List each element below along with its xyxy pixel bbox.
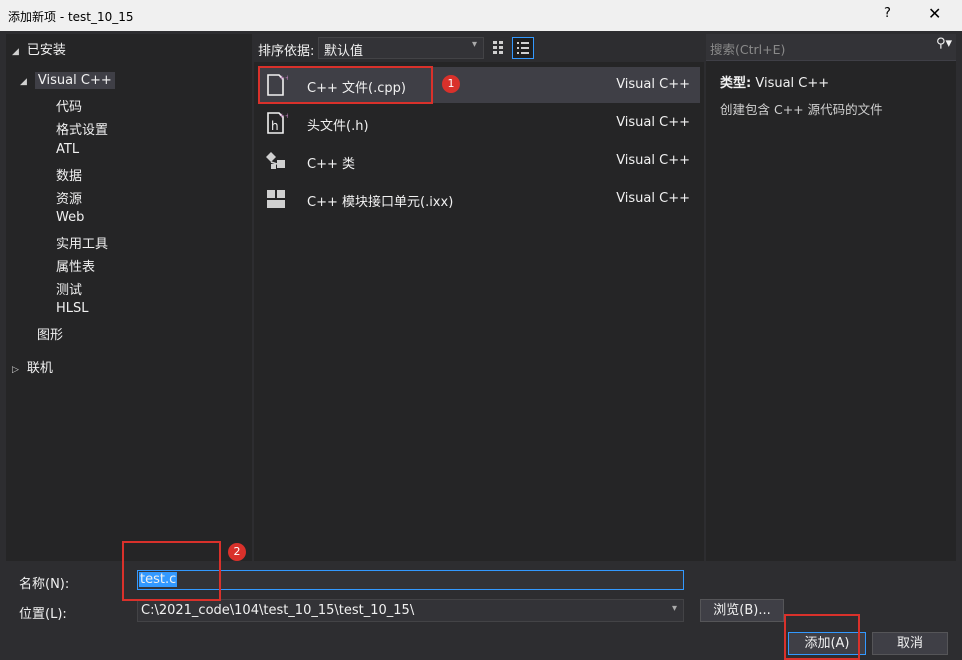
annotation-box-2 (122, 541, 221, 601)
tree-node-installed[interactable]: ◢ 已安装 (12, 39, 66, 58)
tree-item-web[interactable]: Web (56, 210, 84, 225)
annotation-box-1 (258, 66, 433, 104)
template-language: Visual C++ (616, 77, 690, 92)
tree-node-online-label: 联机 (26, 361, 53, 376)
collapsed-triangle-icon: ▷ (12, 365, 19, 375)
tree-item-property-sheets[interactable]: 属性表 (56, 256, 95, 275)
tree-node-visual-cpp[interactable]: ◢ Visual C++ (20, 72, 115, 89)
svg-text:h: h (271, 119, 279, 133)
tree-item-formatting[interactable]: 格式设置 (56, 119, 108, 138)
search-input[interactable]: 搜索(Ctrl+E) (710, 39, 785, 58)
tree-node-visual-cpp-label: Visual C++ (34, 72, 115, 89)
template-name: C++ 类 (307, 157, 355, 172)
tree-item-resources[interactable]: 资源 (56, 188, 82, 207)
template-row-cpp-class[interactable]: C++ 类 Visual C++ (258, 143, 700, 179)
search-box[interactable]: 搜索(Ctrl+E) ⚲▾ (706, 34, 956, 61)
type-info: 类型: Visual C++ (720, 72, 829, 91)
title-bar: 添加新项 - test_10_15 ? ✕ (0, 0, 962, 31)
cpp-class-icon (266, 152, 285, 169)
cancel-button[interactable]: 取消 (872, 632, 948, 655)
annotation-badge-1: 1 (442, 75, 460, 93)
tree-item-atl[interactable]: ATL (56, 142, 79, 157)
chevron-down-icon[interactable]: ▾ (672, 603, 677, 614)
module-unit-icon (267, 190, 285, 208)
annotation-box-3 (784, 614, 860, 660)
tree-item-hlsl[interactable]: HLSL (56, 301, 89, 316)
window-title: 添加新项 - test_10_15 (8, 10, 134, 24)
location-field-value: C:\2021_code\104\test_10_15\test_10_15\ (141, 603, 415, 618)
help-button[interactable]: ? (884, 6, 891, 21)
name-label: 名称(N): (19, 577, 70, 592)
svg-text:++: ++ (279, 112, 288, 120)
location-label: 位置(L): (19, 607, 67, 622)
template-name: 头文件(.h) (307, 119, 369, 134)
grid-view-icon[interactable] (490, 38, 508, 56)
search-icon[interactable]: ⚲▾ (936, 36, 952, 51)
template-row-header-file[interactable]: h ++ 头文件(.h) Visual C++ (258, 105, 700, 141)
template-row-module-unit[interactable]: C++ 模块接口单元(.ixx) Visual C++ (258, 181, 700, 217)
sort-dropdown-value: 默认值 (324, 44, 364, 59)
expanded-triangle-icon: ◢ (20, 77, 27, 87)
template-language: Visual C++ (616, 153, 690, 168)
type-value: Visual C++ (755, 76, 830, 91)
tree-item-graphics[interactable]: 图形 (37, 324, 63, 343)
chevron-down-icon: ▾ (471, 39, 477, 50)
close-button[interactable]: ✕ (928, 4, 941, 23)
expanded-triangle-icon: ◢ (12, 47, 19, 57)
template-list-panel: 排序依据: 默认值 ▾ ++ C++ 文件(.cpp) Visual C++ h… (254, 34, 704, 561)
tree-node-online[interactable]: ▷ 联机 (12, 357, 53, 376)
tree-item-test[interactable]: 测试 (56, 279, 82, 298)
template-description: 创建包含 C++ 源代码的文件 (720, 102, 883, 117)
header-file-icon: h ++ (267, 112, 288, 134)
annotation-badge-2: 2 (228, 543, 246, 561)
template-language: Visual C++ (616, 115, 690, 130)
sort-bar: 排序依据: 默认值 ▾ (254, 34, 704, 62)
details-panel: 搜索(Ctrl+E) ⚲▾ 类型: Visual C++ 创建包含 C++ 源代… (706, 34, 956, 561)
type-label: 类型: (720, 76, 752, 91)
sort-label: 排序依据: (258, 44, 315, 59)
category-tree: ◢ 已安装 ◢ Visual C++ 代码 格式设置 ATL 数据 资源 Web 实… (6, 34, 252, 561)
tree-item-data[interactable]: 数据 (56, 165, 82, 184)
tree-item-utilities[interactable]: 实用工具 (56, 233, 108, 252)
list-view-icon[interactable] (512, 37, 534, 59)
template-language: Visual C++ (616, 191, 690, 206)
browse-button[interactable]: 浏览(B)... (700, 599, 784, 622)
tree-node-installed-label: 已安装 (26, 43, 66, 58)
sort-dropdown[interactable]: 默认值 ▾ (318, 37, 484, 59)
tree-item-code[interactable]: 代码 (56, 96, 82, 115)
template-name: C++ 模块接口单元(.ixx) (307, 195, 454, 210)
location-field[interactable]: C:\2021_code\104\test_10_15\test_10_15\ … (137, 599, 684, 622)
